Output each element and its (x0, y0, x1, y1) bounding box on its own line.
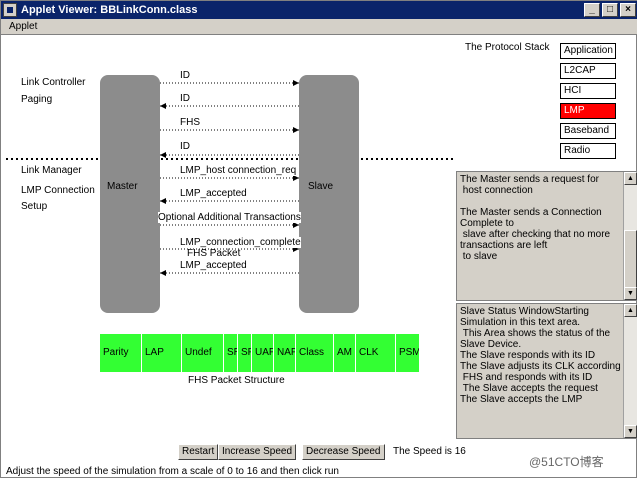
packet-caption: FHS Packet Structure (188, 375, 285, 386)
arrowhead-left-icon (160, 270, 166, 276)
decrease-speed-button[interactable]: Decrease Speed (302, 444, 385, 460)
packet-field-lap: LAP (142, 334, 182, 372)
slave-label: Slave (308, 181, 334, 192)
scroll-up-icon[interactable]: ▲ (624, 172, 637, 185)
msg-label-4: ID (180, 141, 190, 152)
msg-label-5: LMP_host connection_req (180, 165, 297, 176)
msg-label-9: FHS Packet (187, 248, 241, 259)
maximize-button[interactable]: □ (602, 3, 618, 17)
layer-hci: HCI (560, 83, 616, 99)
msg-label-8: LMP_connection_complete (180, 237, 301, 248)
packet-field-sp: SP (238, 334, 252, 372)
label-setup: Setup (21, 201, 48, 212)
arrowhead-left-icon (160, 198, 166, 204)
packet-field-nap: NAP (274, 334, 296, 372)
master-status-text: The Master sends a request for host conn… (460, 174, 611, 262)
packet-field-sr: SR (224, 334, 238, 372)
layer-application: Application (560, 43, 616, 59)
label-link-manager: Link Manager (21, 165, 82, 176)
close-button[interactable]: × (620, 3, 636, 17)
master-status-panel[interactable]: The Master sends a request for host conn… (456, 171, 637, 301)
msg-label-7: Optional Additional Transactions (158, 212, 301, 223)
restart-button[interactable]: Restart (178, 444, 219, 460)
scroll-down-icon[interactable]: ▼ (624, 287, 637, 300)
menu-bar: Applet (1, 19, 637, 35)
window-title: Applet Viewer: BBLinkConn.class (21, 4, 198, 16)
packet-field-parity: Parity (100, 334, 142, 372)
master-label: Master (107, 181, 138, 192)
packet-field-clk: CLK (356, 334, 396, 372)
packet-field-uap: UAP (252, 334, 274, 372)
layer-radio: Radio (560, 143, 616, 159)
status-bar: Adjust the speed of the simulation from … (6, 466, 339, 477)
scroll-down-icon[interactable]: ▼ (624, 425, 637, 438)
layer-baseband: Baseband (560, 123, 616, 139)
packet-field-am: AM (334, 334, 356, 372)
scroll-thumb[interactable] (624, 230, 637, 290)
java-app-icon (3, 3, 17, 17)
menu-applet[interactable]: Applet (9, 21, 37, 32)
increase-speed-button[interactable]: Increase Speed (218, 444, 297, 460)
packet-field-psm: PSM (396, 334, 420, 372)
msg-label-1: ID (180, 70, 190, 81)
slave-status-panel[interactable]: Slave Status WindowStarting Simulation i… (456, 303, 637, 439)
label-link-controller: Link Controller (21, 77, 86, 88)
watermark: @51CTO博客 (529, 455, 604, 469)
msg-label-6: LMP_accepted (180, 188, 247, 199)
slave-status-text: Slave Status WindowStarting Simulation i… (460, 306, 621, 405)
protocol-stack-title: The Protocol Stack (465, 42, 550, 53)
master-panel-scrollbar[interactable]: ▲ ▼ (623, 172, 637, 300)
scroll-up-icon[interactable]: ▲ (624, 304, 637, 317)
speed-text: The Speed is 16 (393, 446, 466, 457)
window-controls: _ □ × (584, 3, 636, 17)
label-lmp-connection: LMP Connection (21, 185, 95, 196)
minimize-button[interactable]: _ (584, 3, 600, 17)
msg-label-3: FHS (180, 117, 200, 128)
applet-window: Applet Viewer: BBLinkConn.class _ □ × Ap… (0, 0, 637, 478)
title-bar[interactable]: Applet Viewer: BBLinkConn.class _ □ × (1, 1, 637, 19)
master-device: Master (100, 75, 160, 313)
packet-field-class: Class (296, 334, 334, 372)
arrowhead-left-icon (160, 103, 166, 109)
label-paging: Paging (21, 94, 53, 105)
msg-label-2: ID (180, 93, 190, 104)
packet-field-undef: Undef (182, 334, 224, 372)
layer-lmp: LMP (560, 103, 616, 119)
arrowhead-left-icon (160, 152, 166, 158)
msg-label-10: LMP_accepted (180, 260, 247, 271)
slave-device: Slave (299, 75, 359, 313)
slave-panel-scrollbar[interactable]: ▲ ▼ (623, 304, 637, 438)
layer-l2cap: L2CAP (560, 63, 616, 79)
